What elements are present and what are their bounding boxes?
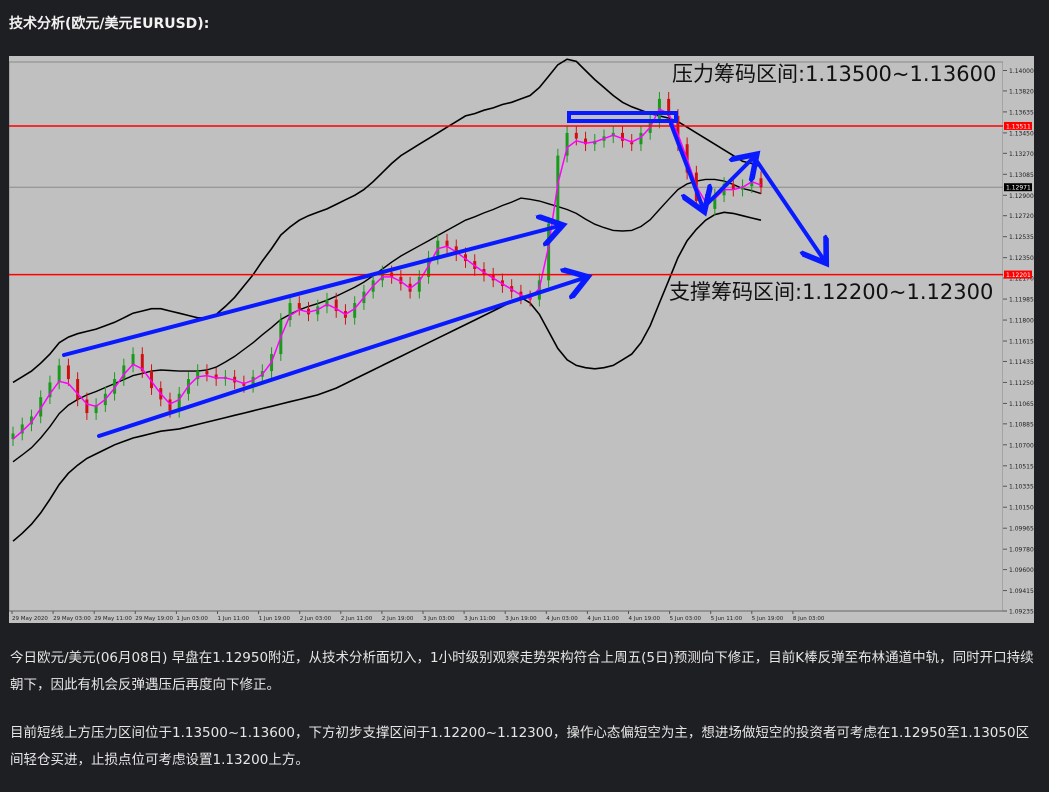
candle-body [66,365,70,380]
y-tick-label: 1.12535 [1009,234,1034,241]
y-tick-label: 1.11065 [1009,401,1034,408]
section-heading: 技术分析(欧元/美元EURUSD): [9,16,210,32]
candle-body [445,240,449,247]
rebound-arrow [701,157,754,210]
lower-trend-arrow [97,278,584,438]
y-tick-label: 1.11615 [1009,339,1034,346]
plot-frame [9,61,1004,612]
x-tick-label: 29 May 2020 [12,616,48,622]
y-tick-label: 1.10515 [1009,463,1034,470]
x-tick-label: 8 Jun 03:00 [793,616,825,622]
y-tick-label: 1.10885 [1009,421,1034,428]
x-tick-label: 2 Jun 11:00 [341,616,373,622]
y-tick-label: 1.12720 [1009,213,1034,220]
current-price-label: 1.12971 [1006,185,1031,192]
projected-down-arrow [752,155,824,260]
chart-svg: 1.14000 1.13820 1.13635 1.13450 1.13270 1.130… [9,56,1034,623]
candle-body [353,303,357,318]
y-tick-label: 1.10150 [1009,505,1034,512]
x-tick-label: 3 Jun 03:00 [423,616,455,622]
y-tick-label: 1.10335 [1009,484,1034,491]
x-tick-label: 3 Jun 19:00 [505,616,537,622]
x-tick-label: 4 Jun 19:00 [629,616,661,622]
y-tick-label: 1.14000 [1009,68,1034,75]
support-price-label: 1.12201 [1006,272,1031,279]
x-tick-label: 1 Jun 03:00 [176,616,208,622]
y-tick-label: 1.11800 [1009,318,1034,325]
upper-trend-arrow [62,226,559,357]
y-tick-label: 1.13820 [1009,88,1034,95]
y-tick-label: 1.13450 [1009,130,1034,137]
candle-body [57,365,61,383]
x-tick-label: 4 Jun 11:00 [587,616,619,622]
y-tick-label: 1.09415 [1009,588,1034,595]
y-tick-label: 1.11435 [1009,359,1034,366]
y-tick-label: 1.10700 [1009,442,1034,449]
x-tick-label: 5 Jun 19:00 [752,616,784,622]
y-tick-label: 1.13270 [1009,151,1034,158]
resistance-zone-label: 压力筹码区间:1.13500~1.13600 [672,62,996,86]
x-tick-label: 5 Jun 03:00 [670,616,702,622]
candle-body [85,399,89,414]
candle-body [759,178,763,188]
candle-body [168,399,172,411]
x-tick-label: 29 May 03:00 [53,616,91,622]
y-tick-label: 1.11250 [1009,380,1034,387]
y-tick-label: 1.12900 [1009,193,1034,200]
x-tick-label: 29 May 19:00 [135,616,173,622]
candle-body [76,379,80,400]
down-move-arrow [669,122,703,208]
candle-body [205,371,209,375]
x-tick-label: 1 Jun 19:00 [259,616,291,622]
analysis-paragraph-1: 今日欧元/美元(06月08日) 早盘在1.12950附近，从技术分析面切入，1小… [10,650,1034,693]
candle-body [297,303,301,309]
y-tick-label: 1.13085 [1009,172,1034,179]
y-tick-label: 1.12350 [1009,255,1034,262]
y-tick-label: 1.13635 [1009,109,1034,116]
x-tick-label: 1 Jun 11:00 [218,616,250,622]
x-tick-label: 3 Jun 11:00 [464,616,496,622]
x-tick-label: 29 May 11:00 [94,616,132,622]
x-tick-label: 2 Jun 19:00 [382,616,414,622]
analysis-paragraph-2: 目前短线上方压力区间位于1.13500~1.13600，下方初步支撑区间于1.1… [10,725,1030,768]
x-tick-label: 4 Jun 03:00 [546,616,578,622]
resistance-price-label: 1.13511 [1006,123,1031,130]
y-tick-label: 1.11985 [1009,297,1034,304]
x-tick-label: 2 Jun 03:00 [300,616,332,622]
y-tick-label: 1.09780 [1009,547,1034,554]
support-zone-label: 支撑筹码区间:1.12200~1.12300 [669,280,993,304]
candle-body [574,132,578,139]
y-tick-label: 1.09965 [1009,526,1034,533]
y-tick-label: 1.09600 [1009,567,1034,574]
x-tick-label: 5 Jun 11:00 [711,616,743,622]
eurusd-chart: 1.14000 1.13820 1.13635 1.13450 1.13270 1.130… [9,56,1034,623]
middle-band-line [12,178,762,463]
y-tick-label: 1.09235 [1009,609,1034,616]
